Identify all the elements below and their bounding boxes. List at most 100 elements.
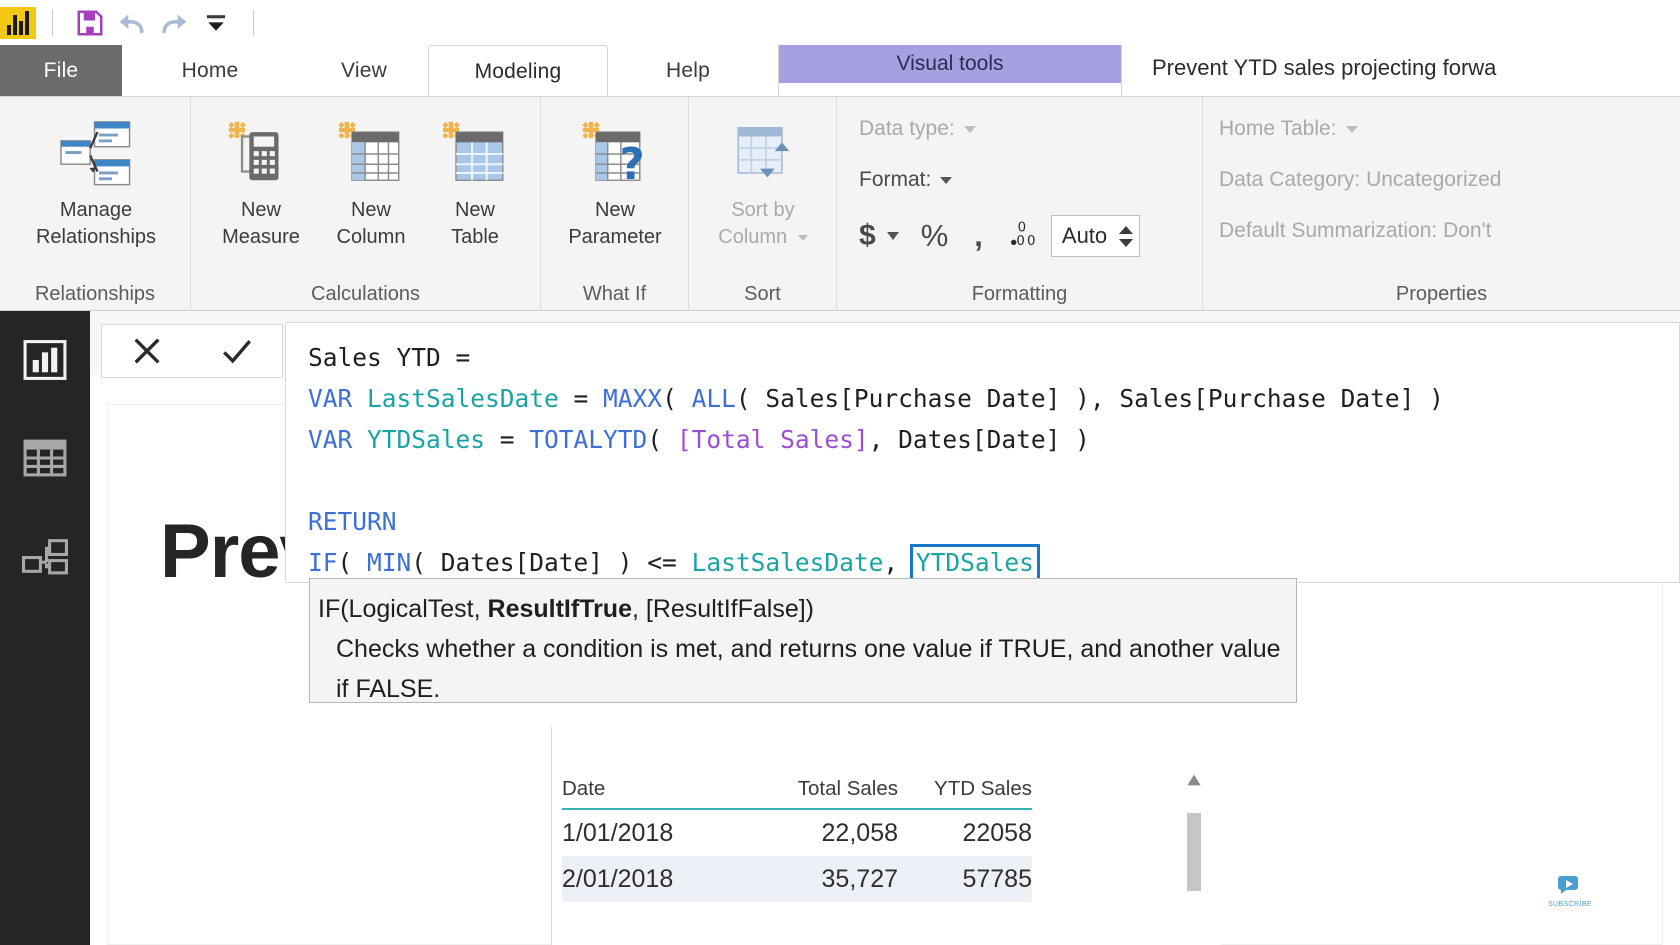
ribbon-group-calculations: New Measure New Column New Table Calcula… [191,97,541,312]
new-column-button[interactable]: New Column [317,111,425,251]
power-bi-logo [0,6,36,39]
tab-home[interactable]: Home [146,45,274,97]
tab-help[interactable]: Help [622,45,754,97]
cell-total-sales: 35,727 [748,856,898,902]
sidebar-item-data[interactable] [0,409,90,507]
ribbon-group-sort: Sort by Column Sort [689,97,837,312]
ribbon-group-relationships: Manage Relationships Relationships [0,97,191,312]
dax-token: VAR [308,425,368,454]
dax-token: MIN [367,548,412,577]
new-column-label-line1: New [350,199,391,221]
visual-table: Date Total Sales YTD Sales 1/01/2018 22,… [562,777,1032,902]
new-table-label-line1: New [454,199,495,221]
redo-icon[interactable] [153,3,195,43]
dax-token: ( [647,425,677,454]
new-parameter-label-line1: New [594,199,635,221]
new-table-button[interactable]: New Table [425,111,525,251]
column-header-total-sales[interactable]: Total Sales [748,777,898,810]
column-header-date[interactable]: Date [562,777,748,810]
new-parameter-icon: ? [578,111,652,197]
cell-total-sales: 22,058 [821,819,898,847]
table-row[interactable]: 1/01/2018 22,058 22058 [562,809,1032,856]
cell-date: 2/01/2018 [562,856,748,902]
dax-token: VAR [308,384,368,413]
ribbon-group-formatting: Data type: Format: $ % , 0 0 0 Auto Form… [837,97,1203,312]
dax-token: ( Sales[Purchase Date] ), Sales[Purchase… [735,384,1444,413]
format-label[interactable]: Format: [859,168,953,192]
tab-view[interactable]: View [300,45,428,97]
intellisense-tooltip: IF(LogicalTest, ResultIfTrue, [ResultIfF… [309,578,1297,703]
percent-button[interactable]: % [921,218,949,254]
stepper-arrows[interactable] [1119,225,1134,247]
tab-file[interactable]: File [0,45,122,97]
ribbon-group-label-formatting: Formatting [971,283,1068,305]
new-parameter-button[interactable]: ? New Parameter [547,111,683,251]
decimal-places-icon[interactable]: 0 0 0 [1009,217,1045,255]
toolbar-divider-1 [52,9,53,36]
dax-line: VAR YTDSales = TOTALYTD( [Total Sales], … [308,419,1679,460]
dax-token: [Total Sales] [676,425,869,454]
function-signature: IF(LogicalTest, ResultIfTrue, [ResultIfF… [318,595,814,623]
dax-line: IF( MIN( Dates[Date] ) <= LastSalesDate,… [308,542,1679,582]
table-row[interactable]: 2/01/2018 35,727 57785 [562,856,1032,902]
column-header-ytd-sales[interactable]: YTD Sales [898,777,1032,810]
new-measure-button[interactable]: New Measure [205,111,317,251]
dax-token: = [499,425,530,454]
dax-line: RETURN [308,501,1679,542]
ribbon-group-label-properties: Properties [1395,283,1488,305]
dax-line [308,460,1679,501]
undo-icon[interactable] [111,3,153,43]
dax-line: Sales YTD = [308,337,1679,378]
customize-qat-icon[interactable] [195,3,237,43]
sort-by-column-label-line2: Column [718,224,808,251]
dax-line: VAR LastSalesDate = MAXX( ALL( Sales[Pur… [308,378,1679,419]
currency-button[interactable]: $ [859,219,876,253]
ribbon-group-label-sort: Sort [744,283,781,305]
chevron-down-icon [940,176,953,184]
scroll-up-icon[interactable] [1186,773,1202,792]
dax-token: IF [308,548,338,577]
cell-ytd-sales: 22058 [962,819,1032,847]
cancel-formula-button[interactable] [102,334,192,368]
subscribe-watermark-label: SUBSCRIBE [1547,901,1592,908]
scrollbar-thumb[interactable] [1187,813,1201,891]
manage-relationships-button[interactable]: Manage Relationships [22,111,170,251]
window-title: Prevent YTD sales projecting forwa [1152,55,1497,80]
sort-by-column-label-line1: Sort by [731,199,795,221]
svg-text:?: ? [619,139,644,189]
dax-token: LastSalesDate [691,548,884,577]
decimal-places-stepper[interactable]: Auto [1050,215,1141,257]
sort-by-column-button[interactable]: Sort by Column [697,111,829,251]
dax-formula-editor[interactable]: Sales YTD = VAR LastSalesDate = MAXX( ALL… [285,322,1680,583]
sidebar-item-report[interactable] [0,311,90,409]
dax-token: , Dates[Date] ) [868,425,1090,454]
visual-scrollbar[interactable] [1185,773,1203,945]
dax-token: LastSalesDate [367,384,574,413]
dax-token: ( Dates[Date] ) <= [411,548,692,577]
data-category-label[interactable]: Data Category: Uncategorized [1219,168,1502,192]
new-measure-label-line1: New [240,199,281,221]
function-description: Checks whether a condition is met, and r… [336,635,1281,703]
view-switcher-rail [0,311,90,945]
data-type-label[interactable]: Data type: [859,117,976,141]
table-visual[interactable]: Date Total Sales YTD Sales 1/01/2018 22,… [551,727,1221,945]
chevron-down-icon[interactable] [886,232,899,240]
thousands-separator-button[interactable]: , [974,218,983,254]
tab-modeling[interactable]: Modeling [428,45,608,97]
default-summarization-label[interactable]: Default Summarization: Don't [1219,219,1491,243]
cell-date: 1/01/2018 [562,819,674,847]
ribbon-group-properties: Home Table: Data Category: Uncategorized… [1203,97,1680,312]
ribbon-tab-row: File Home View Modeling Help Visual tool… [0,45,1680,142]
selected-token[interactable]: YTDSales [909,544,1040,581]
home-table-label[interactable]: Home Table: [1219,117,1358,141]
formula-bar-buttons [101,324,283,378]
svg-text:0: 0 [1016,234,1024,249]
save-icon[interactable] [69,3,111,43]
subscribe-watermark: SUBSCRIBE [1548,873,1592,908]
dax-token: = [573,384,604,413]
dax-token: TOTALYTD [529,425,648,454]
new-measure-label-line2: Measure [222,226,300,248]
svg-text:0: 0 [1027,234,1035,249]
sidebar-item-model[interactable] [0,507,90,605]
commit-formula-button[interactable] [192,334,282,368]
